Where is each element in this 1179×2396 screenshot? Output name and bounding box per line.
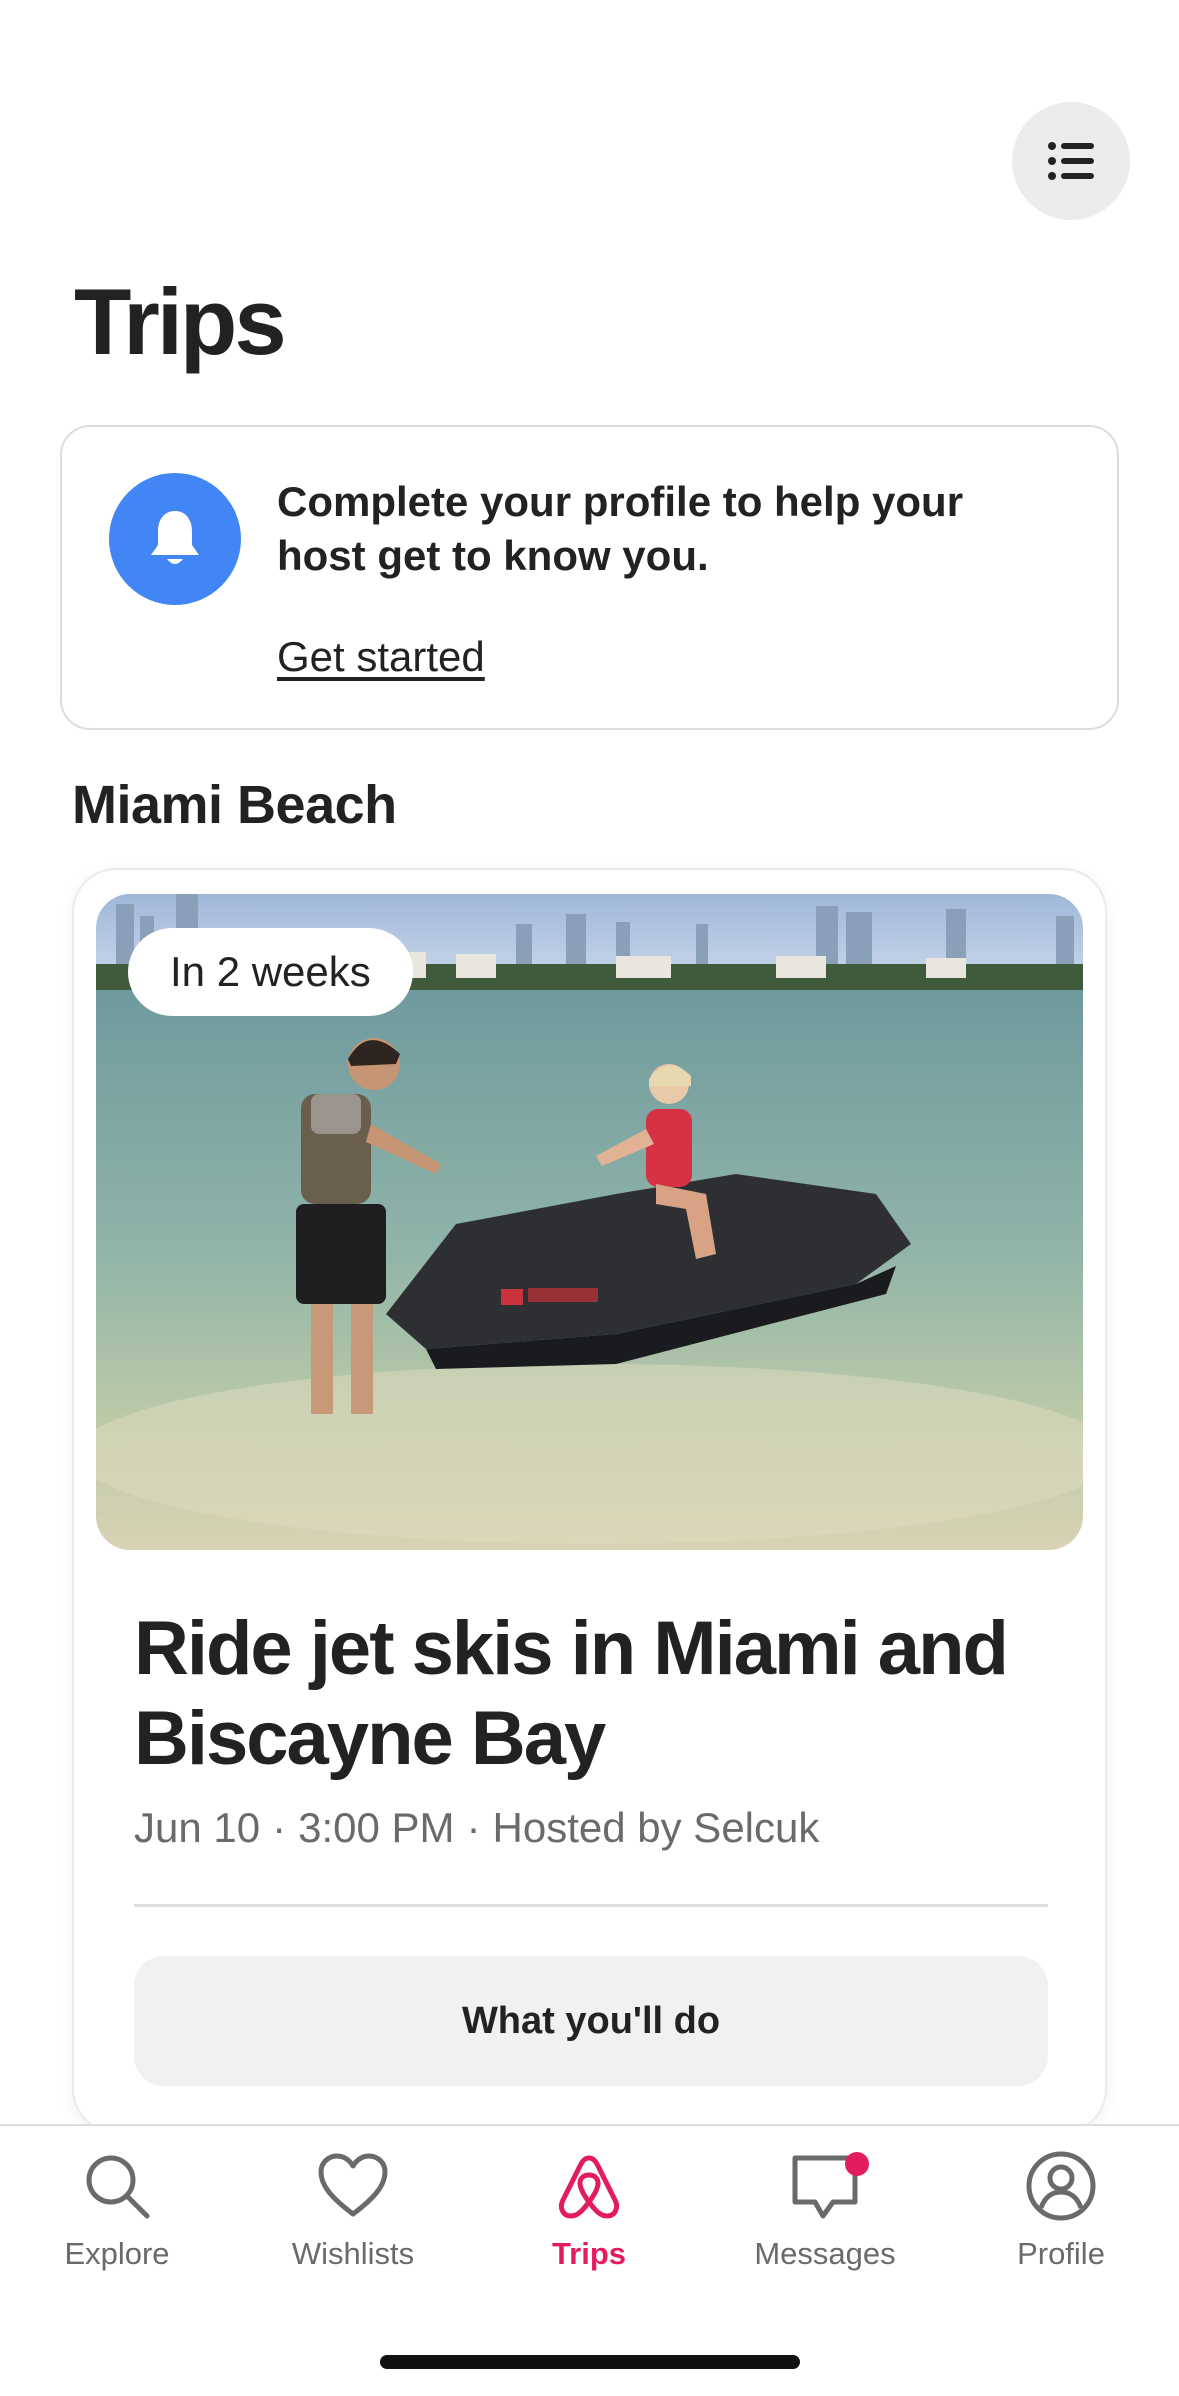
meta-separator: · bbox=[466, 1804, 481, 1851]
heart-icon bbox=[318, 2153, 388, 2217]
tab-messages[interactable]: Messages bbox=[725, 2150, 925, 2272]
list-icon bbox=[1048, 142, 1094, 180]
get-started-link[interactable]: Get started bbox=[277, 633, 485, 681]
airbnb-logo-icon bbox=[558, 2155, 620, 2219]
tab-trips[interactable]: Trips bbox=[489, 2150, 689, 2272]
time-until-badge: In 2 weeks bbox=[128, 928, 413, 1016]
trip-title: Ride jet skis in Miami and Biscayne Bay bbox=[134, 1606, 1009, 1781]
menu-button[interactable] bbox=[1012, 102, 1130, 220]
notification-dot bbox=[845, 2152, 869, 2176]
tab-explore[interactable]: Explore bbox=[17, 2150, 217, 2272]
tab-label: Wishlists bbox=[291, 2236, 415, 2271]
meta-separator: · bbox=[272, 1804, 287, 1851]
profile-notice-card: Complete your profile to help your host … bbox=[60, 425, 1119, 730]
tab-label: Profile bbox=[1017, 2236, 1105, 2271]
trip-host: Hosted by Selcuk bbox=[492, 1804, 820, 1851]
profile-icon bbox=[1026, 2151, 1096, 2221]
tab-label: Explore bbox=[64, 2236, 170, 2271]
search-icon bbox=[86, 2155, 150, 2219]
divider bbox=[134, 1904, 1048, 1907]
tab-profile[interactable]: Profile bbox=[961, 2150, 1161, 2272]
trip-meta: Jun 10 · 3:00 PM · Hosted by Selcuk bbox=[134, 1804, 819, 1852]
page-title: Trips bbox=[74, 269, 287, 374]
tab-label: Trips bbox=[551, 2236, 627, 2271]
notice-bell-badge bbox=[109, 473, 241, 605]
destination-heading: Miami Beach bbox=[72, 775, 397, 835]
home-indicator bbox=[380, 2355, 800, 2369]
notice-message: Complete your profile to help your host … bbox=[277, 478, 964, 579]
tab-label: Messages bbox=[754, 2236, 896, 2271]
trip-date: Jun 10 bbox=[134, 1804, 261, 1851]
what-youll-do-button[interactable]: What you'll do bbox=[134, 1956, 1048, 2086]
trip-card[interactable]: In 2 weeks Ride jet skis in Miami and Bi… bbox=[72, 868, 1107, 2133]
trip-time: 3:00 PM bbox=[298, 1804, 455, 1851]
bell-icon bbox=[151, 511, 199, 564]
tab-wishlists[interactable]: Wishlists bbox=[253, 2150, 453, 2272]
